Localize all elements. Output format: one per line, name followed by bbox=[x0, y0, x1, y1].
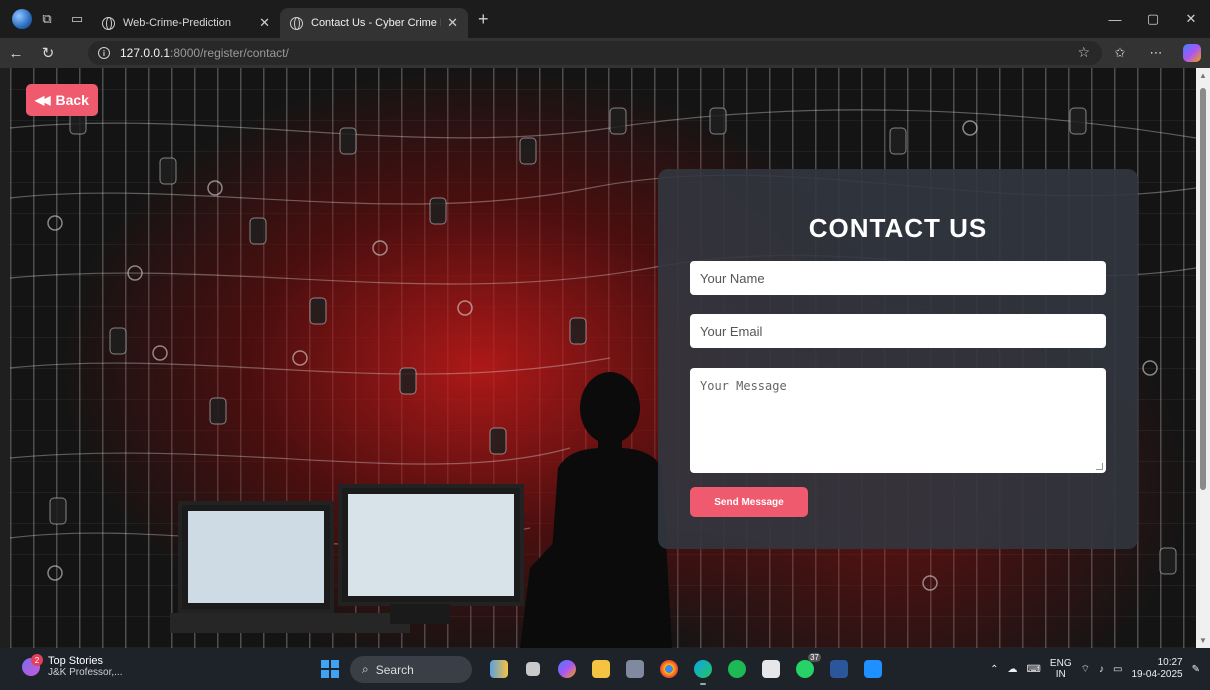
widget-title: Top Stories bbox=[48, 655, 104, 667]
page-scrollbar[interactable]: ▲ ▼ bbox=[1196, 68, 1210, 648]
message-placeholder: Your Message bbox=[700, 379, 787, 393]
volume-icon[interactable]: ♪ bbox=[1099, 664, 1104, 675]
onedrive-icon[interactable]: ☁ bbox=[1007, 664, 1017, 675]
windows-start-icon[interactable] bbox=[321, 660, 339, 678]
tab-contact-us[interactable]: Contact Us - Cyber Crime Predicti ✕ bbox=[280, 8, 468, 38]
taskbar-clock[interactable]: 10:27 19-04-2025 bbox=[1131, 657, 1182, 681]
url-input[interactable]: i 127.0.0.1:8000/register/contact/ ☆ bbox=[88, 41, 1102, 65]
tab-title: Contact Us - Cyber Crime Predicti bbox=[311, 17, 441, 29]
resize-handle-icon[interactable] bbox=[1096, 463, 1103, 470]
widgets-icon: 2 bbox=[22, 654, 43, 676]
copilot-icon[interactable] bbox=[1183, 44, 1201, 62]
email-input[interactable]: Your Email bbox=[690, 314, 1106, 348]
person-silhouette bbox=[520, 372, 672, 648]
system-tray: ⌃ ☁ ⌨ ENG IN ⌔ ♪ ▭ 10:27 19-04-2025 ✎ bbox=[990, 648, 1200, 690]
browser-toolbar: ✩ ⋯ bbox=[1102, 38, 1210, 68]
windows-taskbar: 2 Top Stories J&K Professor,... ⌕ Search… bbox=[0, 648, 1210, 690]
task-view-icon[interactable] bbox=[486, 656, 512, 682]
name-input[interactable]: Your Name bbox=[690, 261, 1106, 295]
monitor-right bbox=[338, 484, 524, 624]
url-host: 127.0.0.1 bbox=[120, 46, 171, 60]
language-code: ENG bbox=[1049, 658, 1072, 669]
scroll-thumb[interactable] bbox=[1200, 88, 1206, 490]
word-icon[interactable] bbox=[826, 656, 852, 682]
refresh-icon[interactable]: ↻ bbox=[32, 38, 64, 68]
tab-web-crime-prediction[interactable]: Web-Crime-Prediction ✕ bbox=[92, 8, 280, 38]
edge-icon[interactable] bbox=[690, 656, 716, 685]
clock-date: 19-04-2025 bbox=[1131, 669, 1183, 680]
close-window-button[interactable]: ✕ bbox=[1172, 0, 1210, 38]
browser-tab-strip: ⧉ ▭ Web-Crime-Prediction ✕ Contact Us - … bbox=[0, 0, 1210, 38]
close-tab-icon[interactable]: ✕ bbox=[447, 15, 458, 31]
favorites-icon[interactable]: ✩ bbox=[1102, 38, 1138, 68]
back-nav-icon[interactable]: ← bbox=[0, 38, 32, 68]
show-hidden-icons-icon[interactable]: ⌃ bbox=[990, 664, 998, 675]
battery-icon[interactable]: ▭ bbox=[1113, 664, 1122, 675]
close-tab-icon[interactable]: ✕ bbox=[259, 15, 270, 31]
page-title: CONTACT US bbox=[808, 213, 988, 243]
double-chevron-left-icon: ◀◀ bbox=[35, 93, 51, 107]
file-explorer-icon[interactable] bbox=[588, 656, 614, 682]
whatsapp-count-badge: 37 bbox=[808, 653, 821, 662]
address-bar-row: ← ↻ i 127.0.0.1:8000/register/contact/ ☆… bbox=[0, 38, 1210, 68]
keyboard-icon[interactable]: ⌨ bbox=[1026, 664, 1040, 675]
favorite-star-icon[interactable]: ☆ bbox=[1077, 44, 1090, 61]
news-widget[interactable]: 2 Top Stories J&K Professor,... bbox=[22, 654, 123, 679]
scroll-down-icon[interactable]: ▼ bbox=[1199, 636, 1207, 645]
send-message-button[interactable]: Send Message bbox=[690, 487, 808, 517]
calendar-icon[interactable] bbox=[758, 656, 784, 682]
copilot-taskbar-icon[interactable] bbox=[554, 656, 580, 682]
url-path: :8000/register/contact/ bbox=[170, 46, 289, 60]
site-info-icon[interactable]: i bbox=[98, 47, 110, 59]
spotify-icon[interactable] bbox=[724, 656, 750, 682]
widget-subtitle: J&K Professor,... bbox=[48, 667, 123, 678]
language-indicator[interactable]: ENG IN bbox=[1050, 658, 1072, 680]
profile-avatar-icon[interactable] bbox=[12, 9, 32, 29]
notifications-icon[interactable]: ✎ bbox=[1192, 664, 1200, 675]
taskbar-search-box[interactable]: ⌕ Search bbox=[350, 656, 472, 683]
window-controls: — ▢ ✕ bbox=[1096, 0, 1210, 38]
store-icon[interactable] bbox=[622, 656, 648, 682]
wifi-icon[interactable]: ⌔ bbox=[1081, 663, 1090, 676]
tab-actions-icon[interactable]: ▭ bbox=[62, 0, 92, 38]
whatsapp-icon[interactable]: 37 bbox=[792, 653, 821, 682]
page-viewport: ◀◀ Back CONTACT US Your Name Your Email … bbox=[10, 68, 1196, 648]
taskbar-apps: 37 bbox=[486, 653, 886, 685]
message-textarea[interactable]: Your Message bbox=[690, 368, 1106, 473]
minimize-button[interactable]: — bbox=[1096, 0, 1134, 38]
search-icon: ⌕ bbox=[362, 662, 369, 676]
tab-title: Web-Crime-Prediction bbox=[123, 17, 231, 29]
chrome-icon[interactable] bbox=[656, 656, 682, 682]
back-button-label: Back bbox=[55, 92, 89, 108]
region-code: IN bbox=[1055, 669, 1066, 680]
globe-icon bbox=[290, 16, 303, 30]
desktop-icon[interactable] bbox=[520, 656, 546, 682]
maximize-button[interactable]: ▢ bbox=[1134, 0, 1172, 38]
notification-badge: 2 bbox=[31, 654, 43, 666]
globe-icon bbox=[102, 16, 115, 30]
workspaces-icon[interactable]: ⧉ bbox=[32, 0, 62, 38]
more-options-icon[interactable]: ⋯ bbox=[1138, 38, 1174, 68]
contact-form-card: CONTACT US Your Name Your Email Your Mes… bbox=[658, 169, 1138, 549]
vscode-icon[interactable] bbox=[860, 656, 886, 682]
scroll-up-icon[interactable]: ▲ bbox=[1199, 71, 1207, 80]
clock-time: 10:27 bbox=[1157, 657, 1183, 668]
back-button[interactable]: ◀◀ Back bbox=[26, 84, 98, 116]
new-tab-button[interactable]: + bbox=[478, 9, 489, 30]
search-label: Search bbox=[375, 662, 414, 677]
